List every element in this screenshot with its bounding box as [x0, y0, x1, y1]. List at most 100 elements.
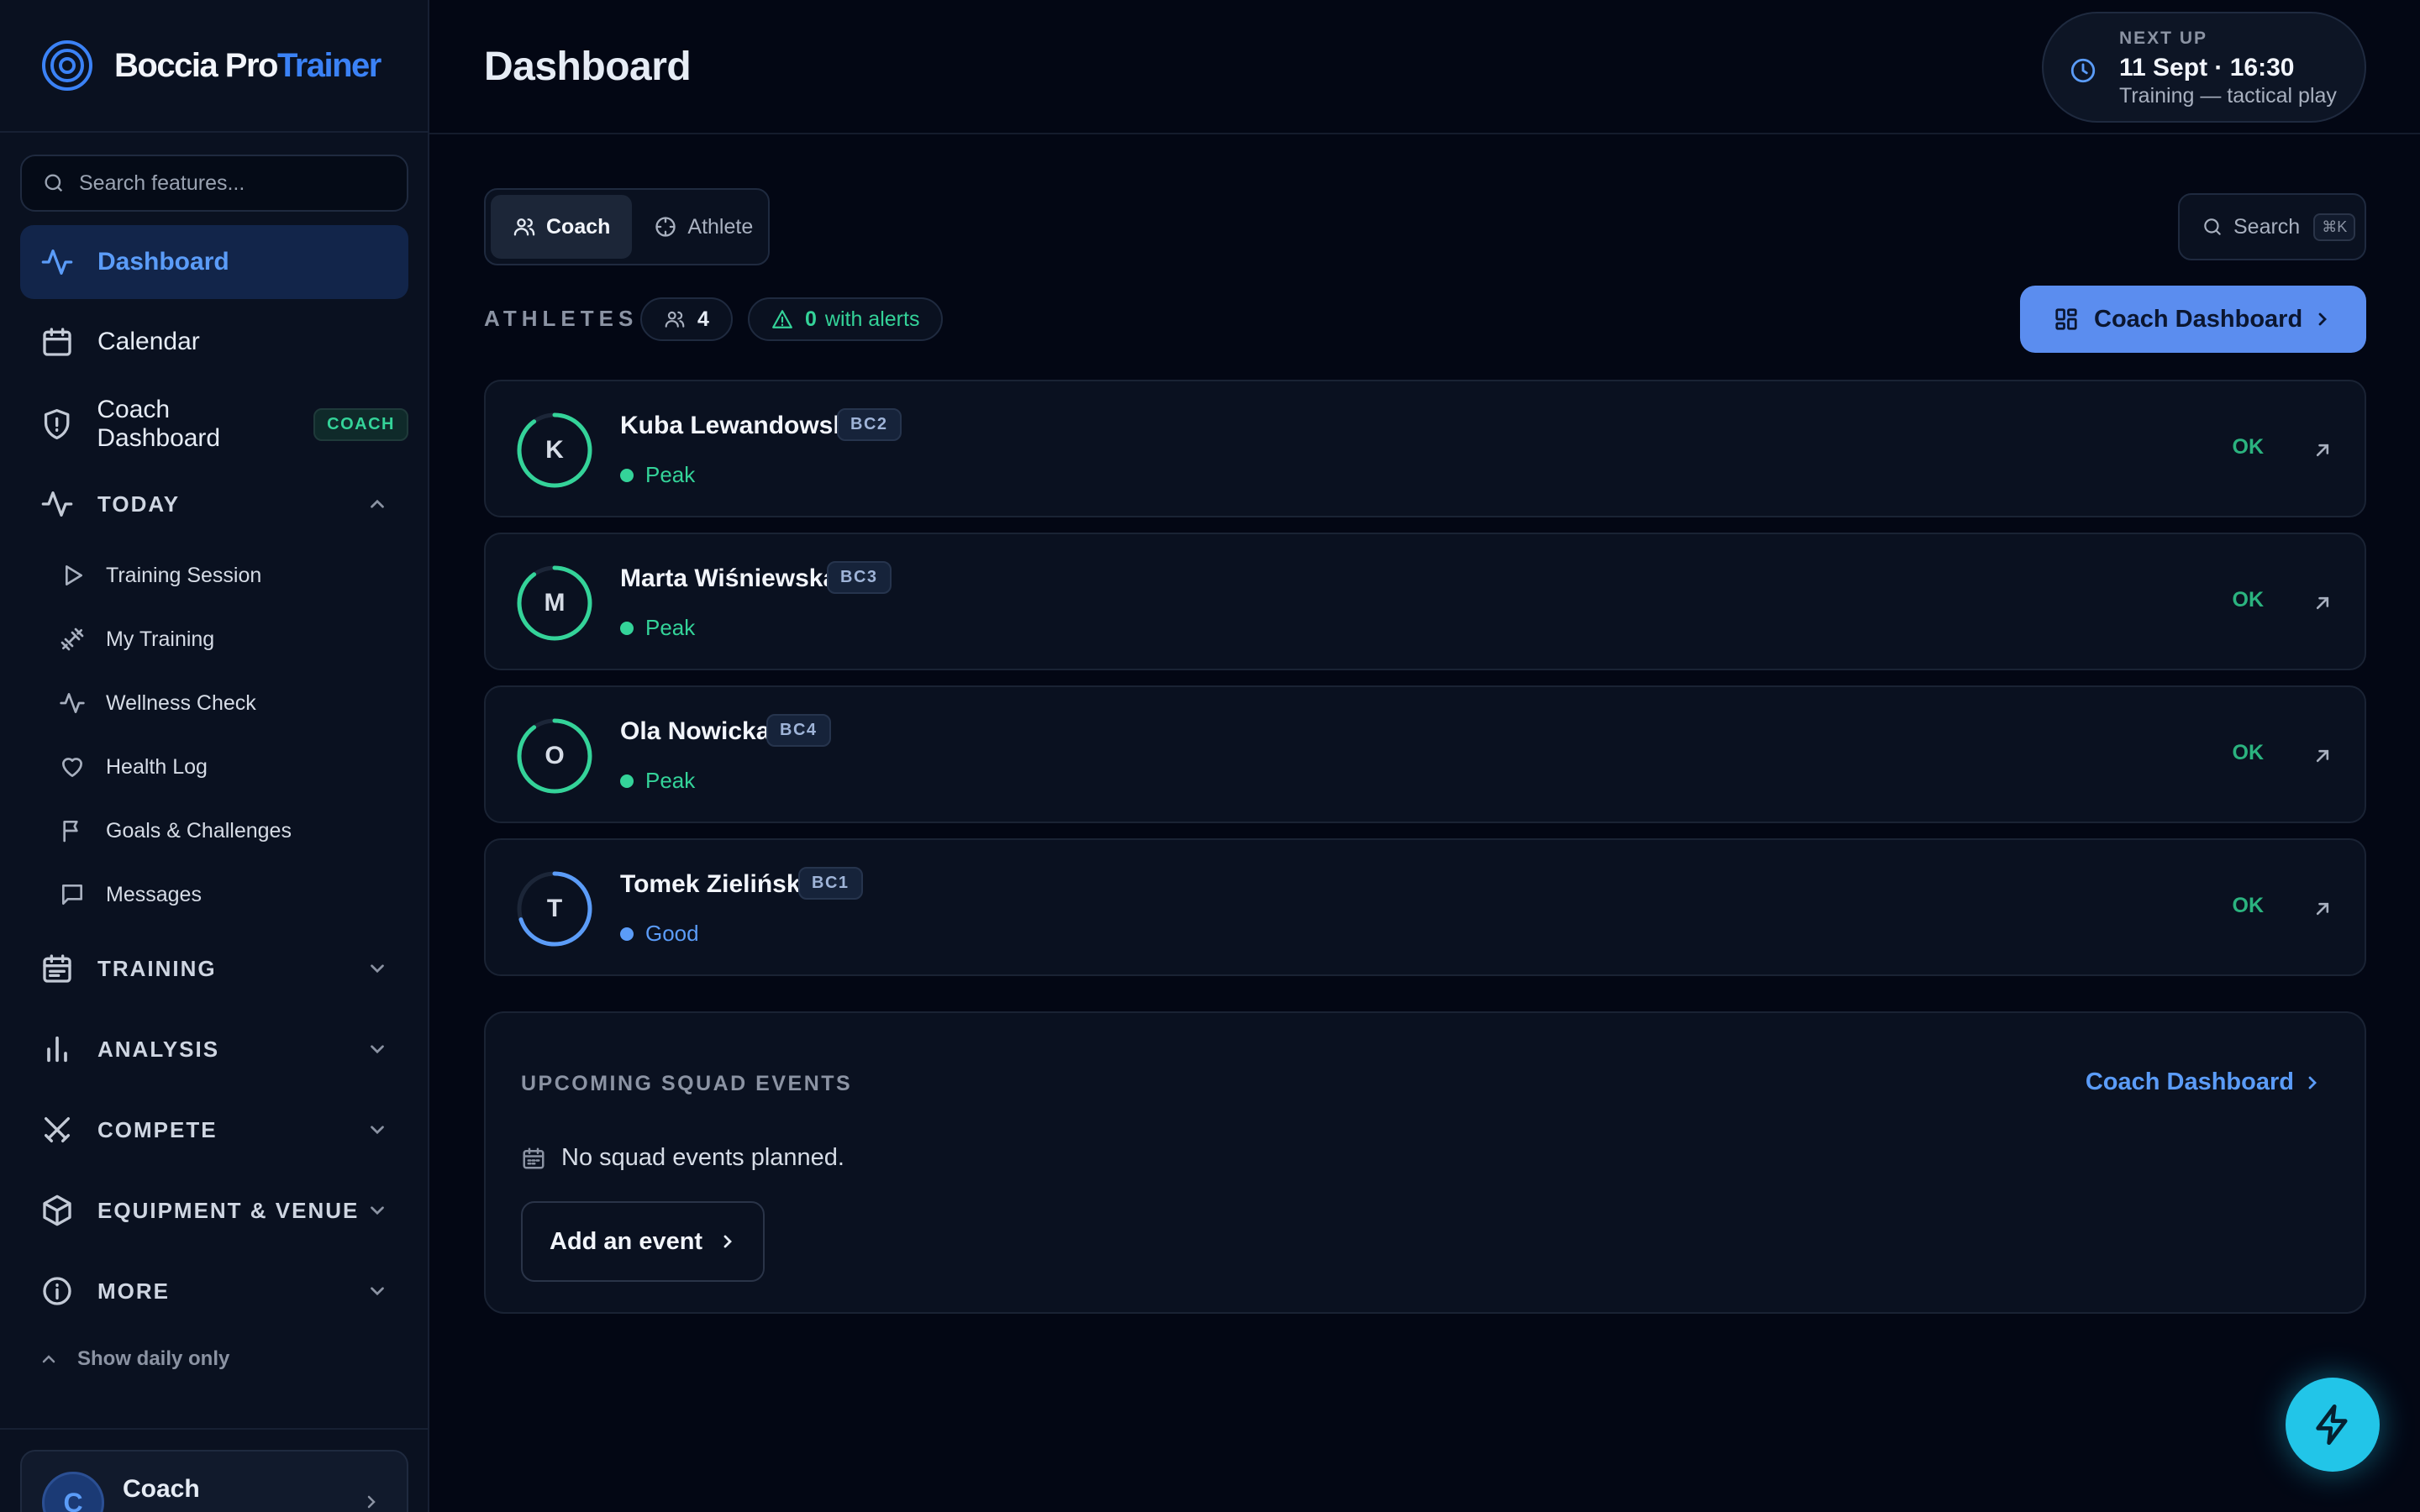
nav-dashboard[interactable]: Dashboard [20, 225, 408, 299]
section-compete-label: COMPETE [97, 1116, 218, 1142]
sub-item-label: Training Session [106, 563, 262, 587]
chevron-right-icon [2318, 312, 2327, 326]
classification-badge: BC2 [837, 408, 902, 441]
athlete-card[interactable]: M Marta Wiśniewska BC3 Peak OK [484, 533, 2366, 670]
athlete-status: Peak [620, 615, 695, 641]
nav-calendar[interactable]: Calendar [20, 305, 408, 379]
arrow-up-right-icon[interactable] [2311, 744, 2334, 768]
sub-item-training-session[interactable]: Training Session [59, 550, 261, 601]
section-more-label: MORE [97, 1278, 170, 1304]
user-name: Coach [123, 1475, 200, 1503]
athlete-status: Good [620, 921, 699, 947]
page-title: Dashboard [484, 45, 692, 89]
sub-item-wellness-check[interactable]: Wellness Check [59, 678, 256, 728]
view-toggle-athlete-label: Athlete [687, 214, 754, 239]
sidebar: Boccia ProTrainer Dashboard Calendar Coa… [0, 0, 429, 1512]
coach-dashboard-button[interactable]: Coach Dashboard [2020, 286, 2366, 353]
athlete-name: Marta Wiśniewska [620, 564, 838, 592]
section-training[interactable]: TRAINING [20, 935, 408, 1002]
section-today-label: TODAY [97, 491, 181, 517]
users-icon [513, 218, 535, 236]
lightning-icon [2316, 1404, 2348, 1446]
brand-name-accent: Trainer [276, 46, 381, 84]
arrow-up-right-icon[interactable] [2311, 897, 2334, 921]
view-toggle-coach[interactable]: Coach [491, 195, 633, 259]
section-equipment-venue[interactable]: EQUIPMENT & VENUE [20, 1177, 408, 1244]
calendar-icon [43, 328, 71, 356]
sub-item-label: Goals & Challenges [106, 818, 292, 843]
show-daily-toggle[interactable]: Show daily only [39, 1347, 229, 1371]
status-dot [620, 927, 634, 941]
nav-calendar-label: Calendar [97, 328, 200, 355]
chevron-down-icon [371, 1287, 384, 1296]
alert-status: OK [2232, 588, 2265, 612]
add-event-label: Add an event [550, 1227, 703, 1255]
events-empty-state: No squad events planned. [521, 1144, 844, 1172]
add-event-button[interactable]: Add an event [521, 1201, 765, 1282]
chevron-down-icon [371, 1206, 384, 1215]
next-up-time: 11 Sept · 16:30 [2119, 54, 2295, 81]
section-analysis[interactable]: ANALYSIS [20, 1016, 408, 1083]
activity-icon [41, 249, 73, 275]
athlete-status: Peak [620, 462, 695, 488]
sub-item-my-training[interactable]: My Training [59, 614, 214, 664]
events-title: UPCOMING SQUAD EVENTS [521, 1072, 853, 1095]
search-icon [2204, 218, 2221, 235]
search-button[interactable]: Search ⌘K [2178, 193, 2366, 260]
alerts-label: with alerts [824, 307, 920, 331]
nav-coach-dashboard[interactable]: Coach Dashboard COACH [20, 387, 408, 461]
athlete-card[interactable]: T Tomek Zieliński BC1 Good OK [484, 838, 2366, 976]
chevron-up-icon [42, 1355, 55, 1363]
feature-search-input[interactable] [79, 171, 398, 196]
brand-name-primary: Boccia Pro [114, 46, 278, 84]
view-toggle-athlete[interactable]: Athlete [632, 195, 775, 259]
search-button-label: Search [2233, 214, 2301, 239]
message-icon [62, 885, 82, 905]
events-link-label: Coach Dashboard [2085, 1068, 2294, 1095]
chevron-right-icon [367, 1495, 376, 1509]
sidebar-divider [0, 1428, 428, 1430]
warning-icon [772, 310, 792, 328]
view-toggle-coach-label: Coach [546, 214, 611, 239]
athlete-card[interactable]: K Kuba Lewandowski BC2 Peak OK [484, 380, 2366, 517]
calendar-list-icon [43, 954, 71, 983]
sub-item-label: Wellness Check [106, 690, 256, 715]
top-bar: Dashboard NEXT UP 11 Sept · 16:30 Traini… [429, 0, 2420, 134]
brand[interactable]: Boccia ProTrainer [0, 0, 428, 133]
status-text: Good [645, 921, 699, 946]
athlete-card[interactable]: O Ola Nowicka BC4 Peak OK [484, 685, 2366, 823]
next-up-label: NEXT UP [2119, 29, 2208, 48]
classification-badge: BC3 [827, 561, 892, 594]
view-toggle: Coach Athlete [484, 188, 770, 265]
chevron-up-icon [371, 499, 384, 508]
next-up-card[interactable]: NEXT UP 11 Sept · 16:30 Training — tacti… [2042, 12, 2366, 123]
events-coach-dashboard-link[interactable]: Coach Dashboard [2086, 1068, 2323, 1096]
athletes-label: ATHLETES [484, 306, 639, 331]
chevron-down-icon [371, 1045, 384, 1054]
chevron-down-icon [371, 964, 384, 974]
section-more[interactable]: MORE [20, 1257, 408, 1325]
quick-action-button[interactable] [2286, 1378, 2380, 1472]
sub-item-health-log[interactable]: Health Log [59, 742, 208, 792]
section-compete[interactable]: COMPETE [20, 1096, 408, 1163]
classification-badge: BC4 [766, 714, 831, 747]
alert-status: OK [2232, 741, 2265, 764]
brand-name: Boccia ProTrainer [114, 47, 381, 85]
athlete-initial: T [546, 895, 563, 922]
arrow-up-right-icon[interactable] [2311, 438, 2334, 462]
section-today[interactable]: TODAY [20, 470, 408, 538]
nav-coach-dashboard-label: Coach Dashboard [97, 396, 221, 452]
arrow-up-right-icon[interactable] [2311, 591, 2334, 615]
section-equipment-venue-label: EQUIPMENT & VENUE [97, 1197, 360, 1223]
sub-item-messages[interactable]: Messages [59, 869, 202, 920]
athlete-count-pill: 4 [640, 297, 733, 341]
nav-dashboard-label: Dashboard [97, 248, 229, 276]
heart-icon [62, 758, 82, 777]
athlete-name: Tomek Zieliński [620, 870, 808, 898]
user-card[interactable]: C Coach [20, 1450, 408, 1512]
activity-icon [41, 491, 73, 517]
classification-badge: BC1 [798, 867, 863, 900]
sub-item-goals-challenges[interactable]: Goals & Challenges [59, 806, 292, 856]
play-icon [66, 565, 82, 585]
dumbbell-icon [60, 627, 84, 651]
